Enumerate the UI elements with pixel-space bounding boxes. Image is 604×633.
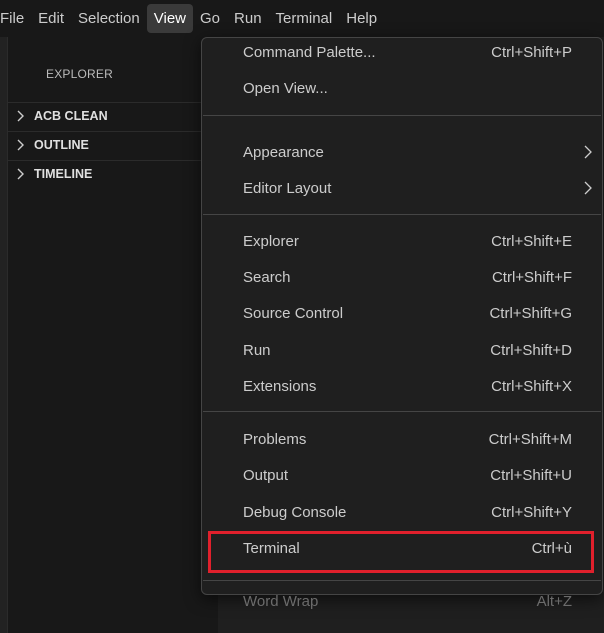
menu-item-label: Word Wrap bbox=[243, 592, 319, 610]
menu-bar: File Edit Selection View Go Run Terminal… bbox=[0, 0, 604, 37]
section-acb-clean[interactable]: ACB CLEAN bbox=[8, 102, 218, 129]
menu-item-debug-console[interactable]: Debug Console Ctrl+Shift+Y bbox=[202, 494, 602, 530]
menu-item-shortcut: Ctrl+Shift+P bbox=[491, 43, 572, 61]
sidebar-title: EXPLORER bbox=[46, 67, 113, 81]
menu-item-label: Extensions bbox=[243, 377, 317, 395]
menu-item-shortcut: Ctrl+Shift+F bbox=[491, 268, 572, 286]
menu-separator bbox=[203, 580, 601, 581]
menu-file[interactable]: File bbox=[0, 4, 31, 33]
menu-item-label: Problems bbox=[243, 430, 307, 448]
menu-item-label: Source Control bbox=[243, 304, 344, 322]
menu-item-command-palette[interactable]: Command Palette... Ctrl+Shift+P bbox=[202, 34, 602, 70]
menu-item-open-view[interactable]: Open View... bbox=[202, 70, 602, 106]
section-label: OUTLINE bbox=[34, 138, 89, 152]
menu-separator bbox=[203, 214, 601, 215]
menu-separator bbox=[203, 411, 601, 412]
menu-edit[interactable]: Edit bbox=[31, 4, 71, 33]
chevron-right-icon bbox=[584, 181, 592, 200]
menu-item-shortcut: Ctrl+Shift+E bbox=[491, 232, 572, 250]
activity-bar bbox=[0, 37, 8, 633]
section-label: ACB CLEAN bbox=[34, 109, 108, 123]
section-outline[interactable]: OUTLINE bbox=[8, 131, 218, 158]
menu-item-search[interactable]: Search Ctrl+Shift+F bbox=[202, 259, 602, 295]
menu-item-shortcut: Ctrl+Shift+M bbox=[488, 430, 572, 448]
chevron-right-icon bbox=[584, 145, 592, 164]
menu-item-shortcut: Ctrl+Shift+G bbox=[489, 304, 572, 322]
menu-help[interactable]: Help bbox=[339, 4, 384, 33]
menu-go[interactable]: Go bbox=[193, 4, 227, 33]
chevron-right-icon bbox=[8, 110, 34, 122]
menu-run[interactable]: Run bbox=[227, 4, 269, 33]
menu-item-problems[interactable]: Problems Ctrl+Shift+M bbox=[202, 421, 602, 457]
menu-item-shortcut: Ctrl+Shift+X bbox=[491, 377, 572, 395]
menu-terminal[interactable]: Terminal bbox=[269, 4, 340, 33]
section-timeline[interactable]: TIMELINE bbox=[8, 160, 218, 187]
chevron-right-icon bbox=[8, 168, 34, 180]
menu-item-label: Open View... bbox=[243, 79, 328, 97]
section-label: TIMELINE bbox=[34, 167, 93, 181]
menu-selection[interactable]: Selection bbox=[71, 4, 147, 33]
menu-item-run[interactable]: Run Ctrl+Shift+D bbox=[202, 332, 602, 368]
menu-item-label: Search bbox=[243, 268, 291, 286]
menu-item-explorer[interactable]: Explorer Ctrl+Shift+E bbox=[202, 223, 602, 259]
menu-item-appearance[interactable]: Appearance bbox=[202, 134, 602, 170]
menu-item-output[interactable]: Output Ctrl+Shift+U bbox=[202, 457, 602, 493]
menu-item-shortcut: Ctrl+ù bbox=[531, 539, 572, 557]
view-menu-dropdown: Command Palette... Ctrl+Shift+P Open Vie… bbox=[201, 34, 603, 610]
menu-item-label: Explorer bbox=[243, 232, 299, 250]
menu-item-shortcut: Alt+Z bbox=[536, 592, 572, 610]
menu-item-shortcut: Ctrl+Shift+D bbox=[490, 341, 572, 359]
menu-separator bbox=[203, 115, 601, 116]
menu-item-label: Appearance bbox=[243, 143, 324, 161]
menu-item-source-control[interactable]: Source Control Ctrl+Shift+G bbox=[202, 295, 602, 331]
menu-item-label: Command Palette... bbox=[243, 43, 376, 61]
menu-view[interactable]: View bbox=[146, 4, 193, 33]
vscode-window: File Edit Selection View Go Run Terminal… bbox=[0, 0, 604, 633]
menu-item-terminal[interactable]: Terminal Ctrl+ù bbox=[202, 530, 602, 566]
chevron-right-icon bbox=[8, 139, 34, 151]
explorer-sidebar: EXPLORER ACB CLEAN OUTLINE TIMELINE bbox=[8, 37, 218, 633]
menu-item-label: Debug Console bbox=[243, 503, 347, 521]
menu-item-editor-layout[interactable]: Editor Layout bbox=[202, 170, 602, 206]
menu-item-label: Terminal bbox=[243, 539, 300, 557]
menu-item-label: Run bbox=[243, 341, 271, 359]
menu-item-shortcut: Ctrl+Shift+Y bbox=[491, 503, 572, 521]
menu-item-label: Output bbox=[243, 466, 289, 484]
menu-item-word-wrap: Word Wrap Alt+Z bbox=[202, 583, 602, 619]
menu-item-label: Editor Layout bbox=[243, 179, 332, 197]
menu-item-shortcut: Ctrl+Shift+U bbox=[490, 466, 572, 484]
menu-item-extensions[interactable]: Extensions Ctrl+Shift+X bbox=[202, 368, 602, 404]
